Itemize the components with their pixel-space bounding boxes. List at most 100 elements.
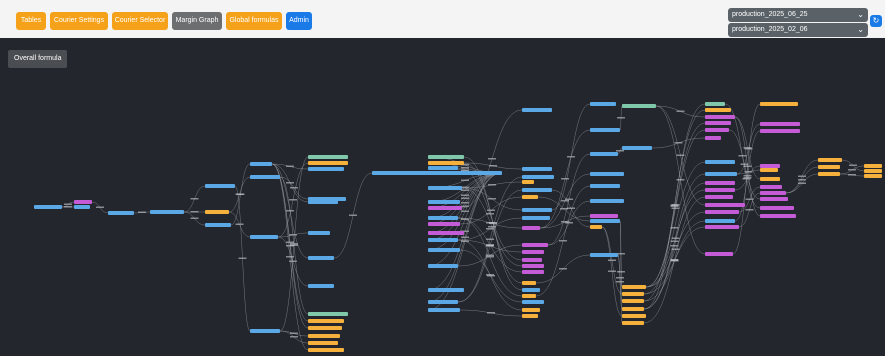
graph-node[interactable] (308, 284, 334, 288)
graph-node[interactable] (760, 191, 786, 195)
graph-node[interactable] (590, 225, 602, 229)
graph-node[interactable] (34, 205, 62, 209)
graph-node[interactable] (705, 172, 737, 176)
graph-node[interactable] (590, 199, 624, 203)
graph-node[interactable] (818, 172, 840, 176)
margin-graph-button[interactable]: Margin Graph (172, 12, 222, 30)
graph-node[interactable] (818, 165, 840, 169)
graph-node[interactable] (308, 231, 330, 235)
graph-node[interactable] (705, 203, 745, 207)
graph-node[interactable] (308, 334, 340, 338)
graph-node[interactable] (622, 321, 644, 325)
graph-node[interactable] (428, 200, 460, 204)
graph-node[interactable] (308, 341, 338, 345)
graph-node[interactable] (590, 128, 620, 132)
graph-node[interactable] (205, 223, 231, 227)
graph-node[interactable] (522, 108, 552, 112)
graph-node[interactable] (705, 128, 729, 132)
dataset-select-primary[interactable]: production_2025_06_25 ⌄ (728, 8, 868, 22)
graph-node[interactable] (522, 270, 544, 274)
graph-node[interactable] (760, 177, 780, 181)
graph-node[interactable] (428, 166, 458, 170)
graph-node[interactable] (308, 319, 344, 323)
graph-node[interactable] (205, 210, 229, 214)
graph-node[interactable] (622, 104, 656, 108)
graph-node[interactable] (428, 300, 458, 304)
graph-node[interactable] (590, 172, 624, 176)
graph-node[interactable] (250, 162, 272, 166)
graph-node[interactable] (705, 160, 735, 164)
admin-button[interactable]: Admin (286, 12, 312, 30)
graph-node[interactable] (308, 312, 348, 316)
graph-node[interactable] (590, 219, 620, 223)
graph-node[interactable] (864, 174, 882, 178)
graph-node[interactable] (522, 258, 542, 262)
graph-node[interactable] (705, 219, 735, 223)
graph-node[interactable] (74, 200, 92, 204)
graph-node[interactable] (522, 175, 554, 179)
graph-node[interactable] (590, 102, 616, 106)
graph-node[interactable] (705, 121, 731, 125)
graph-node[interactable] (428, 288, 464, 292)
graph-node[interactable] (428, 308, 460, 312)
graph-node[interactable] (205, 184, 235, 188)
graph-node[interactable] (705, 252, 733, 256)
graph-node[interactable] (760, 129, 800, 133)
graph-node[interactable] (372, 171, 502, 175)
global-formulas-button[interactable]: Global formulas (226, 12, 282, 30)
graph-node[interactable] (760, 197, 788, 201)
graph-node[interactable] (428, 161, 464, 165)
graph-node[interactable] (622, 299, 644, 303)
graph-node[interactable] (760, 206, 794, 210)
courier-settings-button[interactable]: Courier Settings (50, 12, 108, 30)
dataset-select-secondary[interactable]: production_2025_02_06 ⌄ (728, 23, 868, 37)
graph-node[interactable] (150, 210, 184, 214)
graph-node[interactable] (705, 136, 721, 140)
graph-node[interactable] (428, 186, 462, 190)
graph-node[interactable] (428, 206, 462, 210)
graph-node[interactable] (622, 292, 644, 296)
graph-node[interactable] (705, 102, 725, 106)
graph-node[interactable] (522, 294, 536, 298)
graph-node[interactable] (522, 250, 544, 254)
graph-node[interactable] (308, 155, 348, 159)
graph-node[interactable] (522, 226, 540, 230)
graph-node[interactable] (522, 300, 544, 304)
courier-selector-button[interactable]: Courier Selector (112, 12, 168, 30)
graph-node[interactable] (522, 281, 536, 285)
graph-node[interactable] (428, 222, 460, 226)
graph-node[interactable] (250, 235, 278, 239)
graph-node[interactable] (250, 329, 280, 333)
graph-node[interactable] (250, 175, 280, 179)
graph-node[interactable] (522, 208, 552, 212)
graph-node[interactable] (308, 167, 344, 171)
graph-node[interactable] (760, 164, 780, 168)
graph-node[interactable] (705, 195, 733, 199)
graph-node[interactable] (428, 238, 458, 242)
graph-node[interactable] (522, 288, 540, 292)
graph-node[interactable] (760, 168, 778, 172)
graph-node[interactable] (428, 248, 460, 252)
graph-node[interactable] (308, 256, 334, 260)
graph-node[interactable] (590, 214, 618, 218)
graph-node[interactable] (622, 285, 646, 289)
graph-node[interactable] (705, 108, 731, 112)
graph-node[interactable] (108, 211, 134, 215)
graph-node[interactable] (74, 205, 90, 209)
graph-node[interactable] (590, 152, 618, 156)
graph-node[interactable] (522, 264, 544, 268)
graph-node[interactable] (705, 225, 739, 229)
graph-node[interactable] (760, 214, 796, 218)
graph-node[interactable] (522, 167, 552, 171)
graph-node[interactable] (590, 253, 618, 257)
graph-node[interactable] (622, 146, 652, 150)
graph-node[interactable] (864, 169, 882, 173)
graph-node[interactable] (705, 115, 735, 119)
graph-node[interactable] (428, 264, 458, 268)
graph-node[interactable] (522, 308, 540, 312)
graph-node[interactable] (308, 161, 348, 165)
graph-node[interactable] (705, 210, 739, 214)
graph-node[interactable] (705, 181, 735, 185)
graph-node[interactable] (522, 216, 550, 220)
graph-node[interactable] (428, 216, 458, 220)
